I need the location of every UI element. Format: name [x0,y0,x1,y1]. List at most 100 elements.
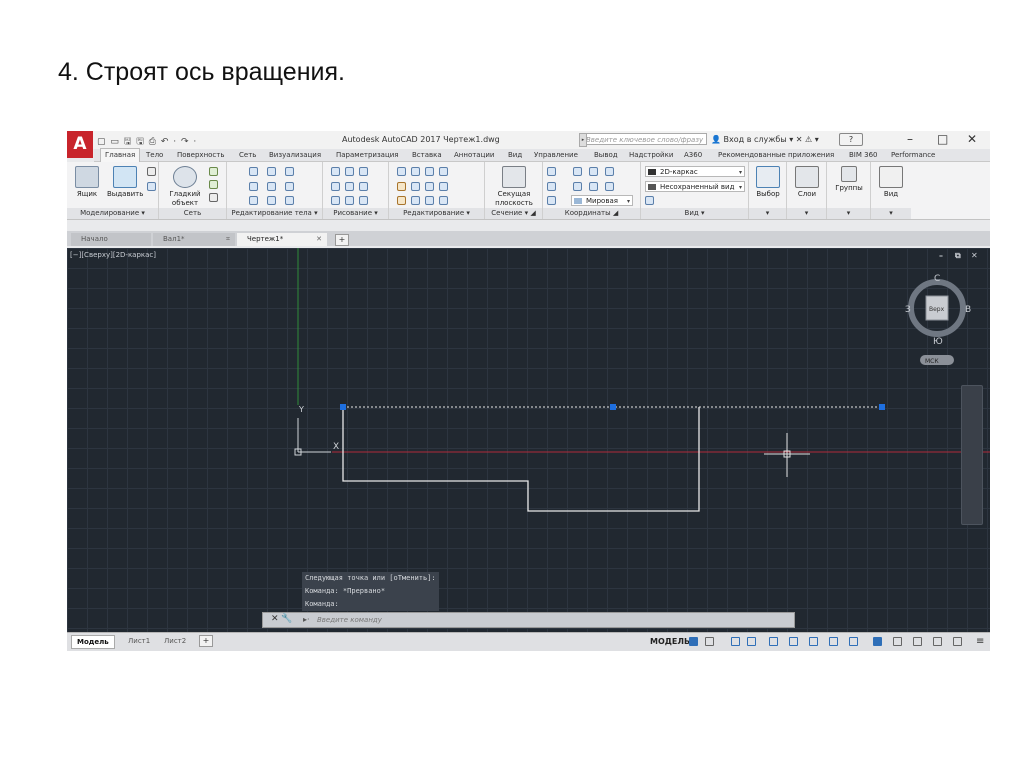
lineweight-icon[interactable] [829,637,838,646]
copy-icon[interactable] [397,182,406,191]
isolate-objects-icon[interactable] [933,637,942,646]
transparency-icon[interactable] [849,637,858,646]
presspull-icon[interactable] [147,182,156,191]
object-snap-tracking-icon[interactable] [789,637,798,646]
mesh-refine-icon[interactable] [209,193,218,202]
snap-toggle-icon[interactable] [705,637,714,646]
tab-a360[interactable]: А360 [684,149,702,161]
layers-button[interactable]: Слои [791,166,823,199]
ucs-view-icon[interactable] [605,167,614,176]
grid-toggle-icon[interactable] [689,637,698,646]
selection-cycling-icon[interactable] [873,637,882,646]
polysolid-icon[interactable] [147,167,156,176]
isodraft-toggle-icon[interactable] [769,637,778,646]
section-plane-button[interactable]: Секущая плоскость [489,166,539,208]
rotate-icon[interactable] [411,182,420,191]
search-input[interactable]: ▸ Введите ключевое слово/фразу [579,133,707,147]
file-tab-drawing1[interactable]: Чертеж1* ✕ [237,233,327,246]
ucs-object-icon[interactable] [605,182,614,191]
panel-modeling-label[interactable]: Моделирование ▾ [67,208,158,219]
ucs-combo[interactable]: Мировая ▾ [571,195,633,206]
ucs-origin-icon[interactable] [573,167,582,176]
grip-end[interactable] [879,404,885,410]
extrude-button[interactable]: Выдавить [107,166,143,199]
visual-style-combo[interactable]: 2D-каркас ▾ [645,166,745,177]
ucs-world-icon[interactable] [547,182,556,191]
stretch-icon[interactable] [425,196,434,205]
polyline-icon[interactable] [345,167,354,176]
drawing-viewport[interactable]: [−][Сверху][2D-каркас] – ⧉ ✕ Y X Верх С … [67,248,990,632]
selection-button[interactable]: Выбор [753,166,783,199]
smooth-object-button[interactable]: Гладкий объект [167,166,203,208]
help-button[interactable]: ? [839,133,863,146]
panel-selection-label[interactable]: ▾ [749,208,786,219]
separate-icon[interactable] [285,196,294,205]
subtract-icon[interactable] [267,167,276,176]
ray-icon[interactable] [345,182,354,191]
ucs-x-icon[interactable] [589,167,598,176]
fillet-edge-icon[interactable] [249,196,258,205]
mirror-icon[interactable] [439,182,448,191]
panel-view-tools-label[interactable]: ▾ [871,208,911,219]
close-button[interactable]: ✕ [967,132,977,146]
tab-parametric[interactable]: Параметризация [336,149,398,161]
viewport-config-icon[interactable] [645,196,654,205]
line-icon[interactable] [331,167,340,176]
extract-edges-icon[interactable] [285,182,294,191]
panel-modify-label[interactable]: Редактирование ▾ [389,208,484,219]
tab-home[interactable]: Главная [100,148,141,162]
search-expand-icon[interactable]: ▸ [579,133,587,147]
tab-output[interactable]: Вывод [594,149,618,161]
mesh-smooth-less-icon[interactable] [209,180,218,189]
close-tab-icon[interactable]: ✕ [316,233,322,246]
shell-icon[interactable] [267,196,276,205]
view-tools-button[interactable]: Вид [875,166,907,199]
customize-menu-icon[interactable]: ≡ [976,636,984,647]
tab-manage[interactable]: Управление [534,149,578,161]
annotation-scale-icon[interactable] [893,637,902,646]
object-snap-icon[interactable] [809,637,818,646]
mesh-smooth-more-icon[interactable] [209,167,218,176]
tab-performance[interactable]: Performance [891,149,935,161]
profile-polyline[interactable] [342,407,700,512]
spline-icon[interactable] [331,182,340,191]
scale-icon[interactable] [411,196,420,205]
app-logo[interactable]: A [67,131,93,158]
panel-groups-label[interactable]: ▾ [827,208,870,219]
tab-annotate[interactable]: Аннотации [454,149,494,161]
tab-mesh[interactable]: Сеть [239,149,256,161]
command-line[interactable]: ✕ 🔧 ▸· Введите команду [262,612,795,628]
intersect-icon[interactable] [285,167,294,176]
named-view-combo[interactable]: Несохраненный вид ▾ [645,181,745,192]
fillet-icon[interactable] [397,167,406,176]
circle-icon[interactable] [359,182,368,191]
offset-icon[interactable] [425,182,434,191]
union-icon[interactable] [249,167,258,176]
tab-surface[interactable]: Поверхность [177,149,224,161]
tab-featured-apps[interactable]: Рекомендованные приложения [718,149,834,161]
ucs-3point-icon[interactable] [589,182,598,191]
file-tab-start[interactable]: Начало [71,233,151,246]
tab-addins[interactable]: Надстройки [629,149,673,161]
layout-tab-model[interactable]: Модель [71,635,115,649]
viewcube[interactable]: Верх С Ю З В МСК [905,274,971,365]
tab-view[interactable]: Вид [508,149,522,161]
grip-start[interactable] [340,404,346,410]
tab-visualize[interactable]: Визуализация [269,149,321,161]
file-tab-val1[interactable]: Вал1* ⌗ [153,233,235,246]
groups-button[interactable]: Группы [831,166,867,193]
ellipse-icon[interactable] [331,196,340,205]
new-tab-button[interactable]: + [335,234,349,246]
trim-icon[interactable] [439,167,448,176]
panel-draw-label[interactable]: Рисование ▾ [323,208,388,219]
close-icon[interactable]: ✕ 🔧 [271,614,293,624]
box-button[interactable]: Ящик [73,166,101,199]
arc-icon[interactable] [359,167,368,176]
move-icon[interactable] [425,167,434,176]
command-input[interactable]: Введите команду [317,616,382,624]
ucs-previous-icon[interactable] [547,196,556,205]
add-layout-button[interactable]: + [199,635,213,647]
explode-icon[interactable] [411,167,420,176]
close-tab-icon[interactable]: ⌗ [226,233,230,246]
rectangle-icon[interactable] [345,196,354,205]
